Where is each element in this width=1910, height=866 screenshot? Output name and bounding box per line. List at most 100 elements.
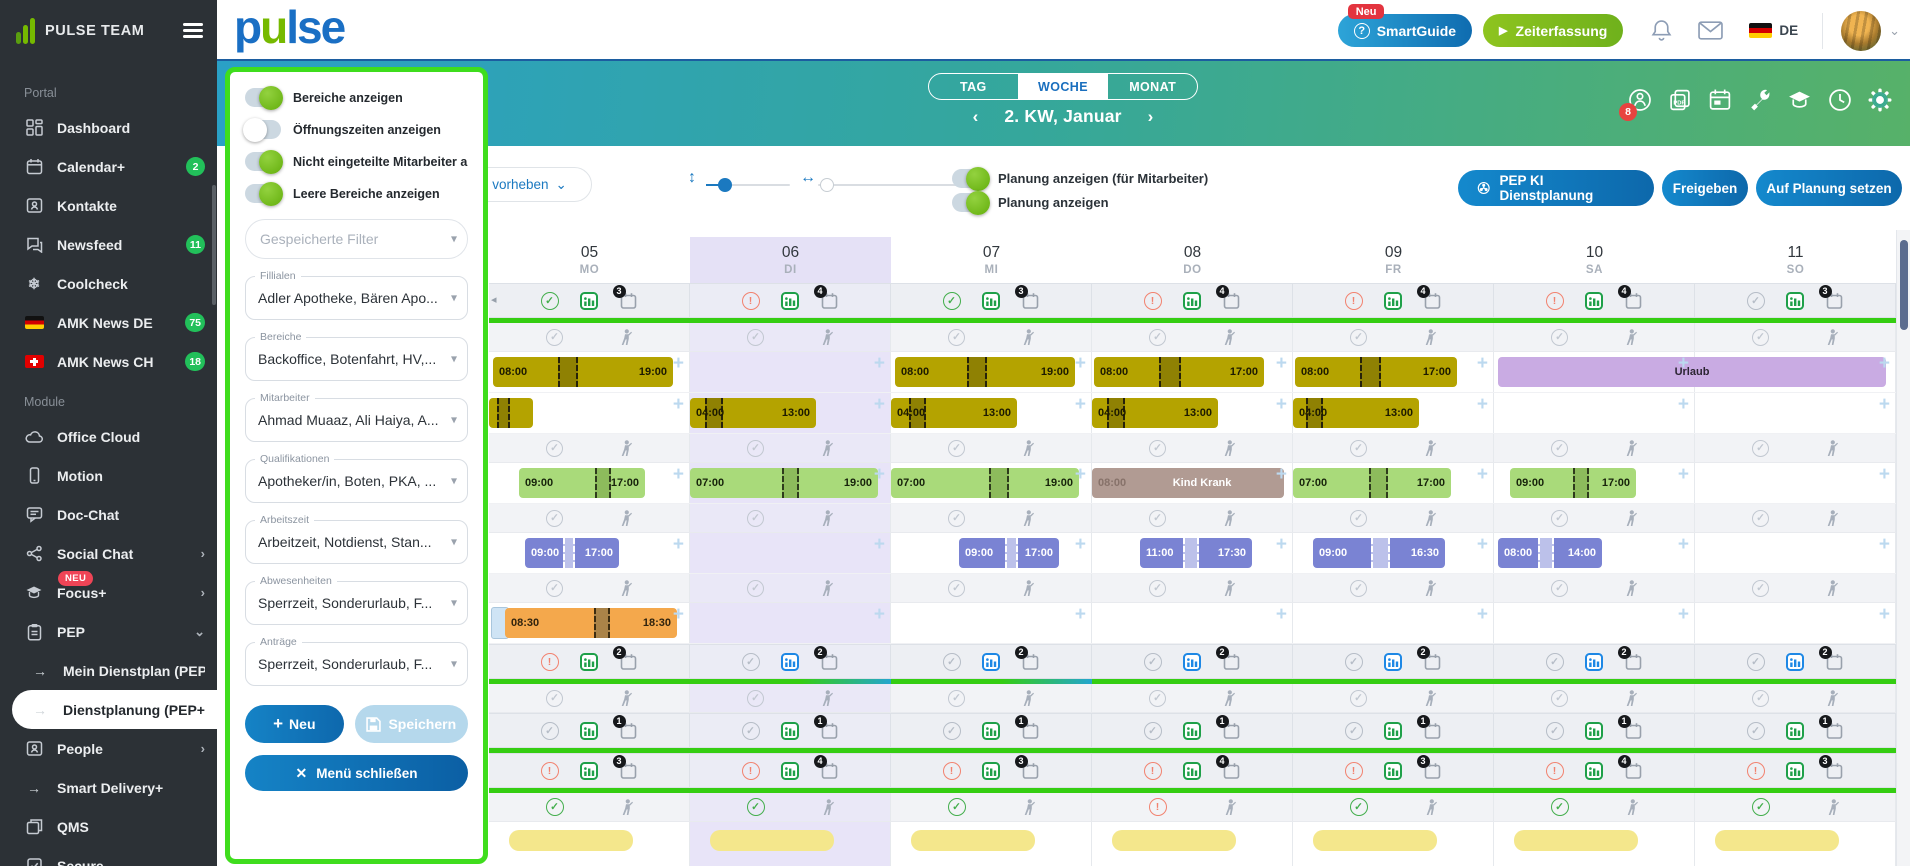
meta-cell[interactable]: ✓ [489,684,690,712]
calendar-badge-icon[interactable]: 4 [1617,284,1643,310]
add-shift-icon[interactable]: + [1678,394,1689,416]
add-shift-icon[interactable]: + [1075,464,1086,486]
wrench-icon[interactable] [1747,87,1772,112]
calendar-badge-icon[interactable]: 3 [612,284,638,310]
shift-cell[interactable] [690,822,891,866]
shift-cell[interactable]: 08:00 14:00 + [1494,533,1695,573]
meta-cell[interactable]: ✓ [489,504,690,532]
shift-cell[interactable] [489,822,690,866]
toggle-switch[interactable] [245,85,283,110]
sidebar-item-doc-chat[interactable]: Doc-Chat [0,495,217,534]
graduation-cap-icon[interactable] [1787,87,1812,112]
meta-cell[interactable]: ✓ [489,323,690,351]
meta-cell[interactable]: ✓ [1293,793,1494,821]
add-shift-icon[interactable]: + [673,394,684,416]
user-info-icon[interactable]: 8 [1619,87,1652,121]
calendar-badge-icon[interactable]: 1 [1215,714,1241,740]
shift-cell[interactable]: 09:00 17:00 + [1494,463,1695,503]
calendar-badge-icon[interactable]: 4 [1215,284,1241,310]
sidebar-item-amk-news-ch[interactable]: AMK News CH 18 [0,342,217,381]
tab-tag[interactable]: TAG [929,74,1018,99]
row-height-slider[interactable] [706,178,790,192]
meta-cell[interactable]: ✓ [1092,504,1293,532]
add-shift-icon[interactable]: + [1879,464,1890,486]
sidebar-item-qms[interactable]: QMS [0,807,217,846]
shift-bar[interactable] [509,830,633,851]
sidebar-item-focus[interactable]: Focus+ NEU › [0,571,217,612]
add-shift-icon[interactable]: + [1075,534,1086,556]
pdf-copy-icon[interactable]: PDF [1667,87,1692,112]
meta-cell[interactable]: ✓ [1494,574,1695,602]
sidebar-item-calendar[interactable]: Calendar+ 2 [0,147,217,186]
shift-cell[interactable]: 04:00 13:00 + [1092,393,1293,433]
planung-mitarbeiter-toggle[interactable] [952,166,990,191]
meta-cell[interactable]: ✓ [1695,323,1896,351]
shift-bar[interactable]: 04:00 13:00 [690,398,816,428]
sidebar-item-people[interactable]: People › [0,729,217,768]
shift-cell[interactable]: + [1293,603,1494,643]
shift-bar[interactable] [489,398,533,428]
row-height-slider-handle[interactable] [718,178,732,192]
day-status-cell[interactable]: ! 4 [1494,284,1695,317]
shift-cell[interactable]: 08:00 17:00 + [1092,352,1293,392]
meta-cell[interactable]: ✓ [1494,793,1695,821]
meta-cell[interactable]: ✓ [1092,684,1293,712]
calendar-badge-icon[interactable]: 2 [1617,645,1643,671]
prev-week-icon[interactable]: ‹ [973,107,979,127]
new-filter-button[interactable]: + Neu [245,705,344,743]
add-shift-icon[interactable]: + [874,604,885,626]
day-status-cell[interactable]: ✓ 2 [1293,645,1494,678]
shift-cell[interactable]: + [1494,393,1695,433]
shift-cell[interactable]: 08:00 17:00 + [1293,352,1494,392]
add-shift-icon[interactable]: + [1678,534,1689,556]
shift-cell[interactable]: 04:00 13:00 + [690,393,891,433]
day-status-cell[interactable]: ! 3 [489,754,690,787]
add-shift-icon[interactable]: + [673,604,684,626]
user-avatar[interactable] [1841,10,1882,51]
day-status-cell[interactable]: ! 3 [1695,754,1896,787]
auf-planung-setzen-button[interactable]: Auf Planung setzen [1756,170,1902,206]
calendar-badge-icon[interactable]: 2 [1215,645,1241,671]
shift-bar[interactable]: 04:00 13:00 [1092,398,1218,428]
add-shift-icon[interactable]: + [1276,394,1287,416]
scrollbar-thumb[interactable] [1900,240,1908,330]
day-status-cell[interactable]: ✓ 1 [1293,714,1494,747]
save-filter-button[interactable]: Speichern [354,705,468,743]
vertical-scrollbar[interactable] [1896,230,1910,866]
shift-bar[interactable] [911,830,1035,851]
shift-cell[interactable] [1494,822,1695,866]
shift-cell[interactable]: 07:00 19:00 + [690,463,891,503]
shift-cell[interactable]: + [1695,463,1896,503]
shift-bar[interactable] [1313,830,1437,851]
shift-cell[interactable]: + [690,352,891,392]
meta-cell[interactable]: ✓ [1494,434,1695,462]
filter-select-mitarbeiter[interactable]: Mitarbeiter Ahmad Muaaz, Ali Haiya, A... ▾ [245,392,468,442]
shift-cell[interactable]: + [1695,603,1896,643]
shift-cell[interactable]: + [489,393,690,433]
shift-bar[interactable]: 09:00 16:30 [1313,538,1445,568]
meta-cell[interactable]: ✓ [690,434,891,462]
day-status-cell[interactable]: ! 4 [690,284,891,317]
toggle-switch[interactable] [243,117,281,142]
meta-cell[interactable]: ✓ [489,574,690,602]
shift-cell[interactable] [1695,822,1896,866]
add-shift-icon[interactable]: + [874,534,885,556]
day-status-cell[interactable]: ✓ 1 [1092,714,1293,747]
shift-bar[interactable]: 07:00 19:00 [891,468,1079,498]
sidebar-item-kontakte[interactable]: Kontakte [0,186,217,225]
calendar-badge-icon[interactable]: 1 [1617,714,1643,740]
add-shift-icon[interactable]: + [1276,464,1287,486]
day-status-cell[interactable]: ! 4 [1293,284,1494,317]
shift-cell[interactable]: 09:00 17:00 + [489,463,690,503]
shift-cell[interactable]: 07:00 19:00 + [891,463,1092,503]
day-status-cell[interactable]: ! 4 [1092,284,1293,317]
shift-cell[interactable]: + [690,533,891,573]
day-header-10[interactable]: 10 SA [1494,237,1695,283]
meta-cell[interactable]: ✓ [1695,574,1896,602]
add-shift-icon[interactable]: + [1075,394,1086,416]
shift-cell[interactable] [891,822,1092,866]
add-shift-icon[interactable]: + [1477,534,1488,556]
add-shift-icon[interactable]: + [1276,353,1287,375]
meta-cell[interactable]: ✓ [1494,323,1695,351]
sidebar-scrollbar[interactable] [212,185,216,305]
